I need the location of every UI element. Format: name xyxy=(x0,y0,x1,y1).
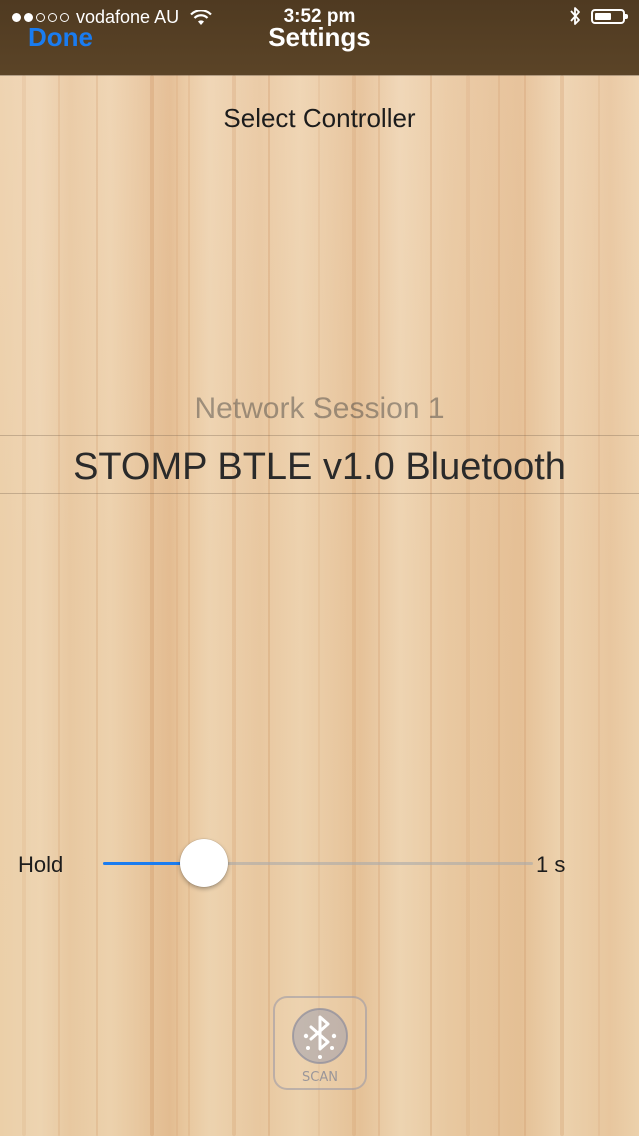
slider-thumb[interactable] xyxy=(180,839,229,887)
picker-selection-line-top xyxy=(0,435,639,436)
battery-level xyxy=(595,12,611,20)
page-title: Settings xyxy=(268,22,371,52)
wood-grain xyxy=(232,75,236,1136)
hold-value: 1 s xyxy=(536,852,566,877)
wood-grain xyxy=(58,75,60,1136)
wood-grain xyxy=(176,75,178,1136)
scan-label: SCAN xyxy=(302,1070,338,1085)
wood-grain xyxy=(560,75,564,1136)
hold-label: Hold xyxy=(18,852,64,877)
navigation-bar: vodafone AU 3:52 pm Done Settings xyxy=(0,0,639,75)
bluetooth-icon xyxy=(292,1008,348,1064)
picker-option-network-session[interactable]: Network Session 1 xyxy=(0,392,639,426)
wood-grain xyxy=(378,75,380,1136)
wood-grain xyxy=(96,75,98,1136)
wood-grain xyxy=(598,75,600,1136)
scan-button[interactable]: SCAN xyxy=(273,996,367,1090)
wood-background xyxy=(0,0,639,1136)
wood-grain xyxy=(524,75,526,1136)
wood-grain xyxy=(150,75,154,1136)
wood-grain xyxy=(352,75,356,1136)
wood-grain xyxy=(430,75,432,1136)
wood-grain xyxy=(318,75,320,1136)
wood-grain xyxy=(268,75,270,1136)
wood-grain xyxy=(188,75,190,1136)
picker-selection-line-bottom xyxy=(0,493,639,494)
select-controller-heading: Select Controller xyxy=(223,103,416,133)
hold-slider[interactable] xyxy=(103,836,533,892)
picker-option-selected[interactable]: STOMP BTLE v1.0 Bluetooth xyxy=(0,446,639,489)
wood-grain xyxy=(466,75,470,1136)
wood-grain xyxy=(22,75,26,1136)
controller-picker[interactable]: Network Session 1 STOMP BTLE v1.0 Blueto… xyxy=(0,380,639,510)
wood-grain xyxy=(498,75,500,1136)
